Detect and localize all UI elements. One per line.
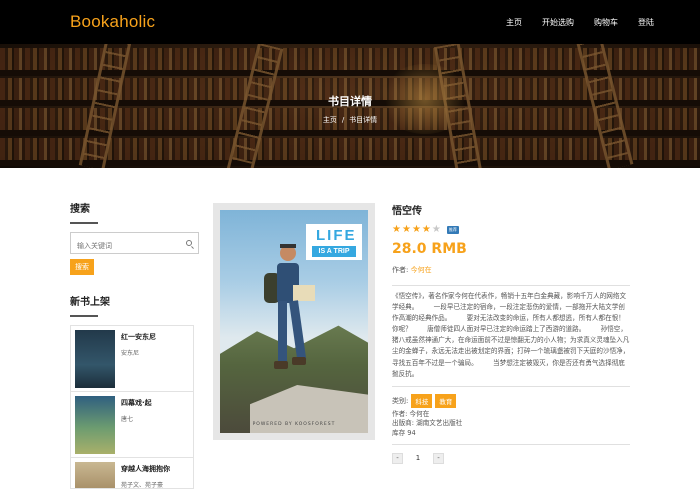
nav-shop[interactable]: 开始选购	[542, 17, 574, 28]
cover-title-box: LIFE IS A TRIP	[306, 224, 362, 260]
qty-decrease-button[interactable]: -	[392, 453, 403, 465]
list-item[interactable]: 红一安东尼 安东尼	[71, 326, 193, 392]
meta-publisher: 出版商: 湖南文艺出版社	[392, 419, 463, 428]
book-cover-frame: LIFE IS A TRIP POWERED BY KOOSFOREST	[213, 203, 375, 440]
breadcrumb-separator: /	[341, 116, 345, 124]
author-label: 作者:	[392, 266, 409, 274]
nav-login[interactable]: 登陆	[638, 17, 654, 28]
top-navbar: Bookaholic 主页 开始选购 购物车 登陆	[0, 0, 700, 44]
meta-author: 作者: 今何在	[392, 409, 430, 418]
meta-stock: 库存 94	[392, 428, 416, 437]
nav-home[interactable]: 主页	[506, 17, 522, 28]
book-title[interactable]: 四幕戏·起	[121, 398, 152, 408]
list-item[interactable]: 四幕戏·起 唐七	[71, 392, 193, 458]
nav-cart[interactable]: 购物车	[594, 17, 618, 28]
book-author: 安东尼	[121, 350, 140, 357]
search-input[interactable]	[71, 236, 181, 256]
book-title[interactable]: 穿越人海拥抱你	[121, 464, 170, 474]
heading-underline	[70, 315, 98, 317]
author-line: 作者: 今何在	[392, 265, 630, 275]
search-box	[70, 232, 199, 256]
category-tag[interactable]: 教育	[435, 393, 457, 408]
book-title: 悟空传	[392, 206, 422, 217]
sidebar: 搜索 搜索 新书上架 红一安东尼 安东尼 四幕戏·起 唐七 穿越人海拥抱你 苑子…	[70, 200, 200, 489]
star-empty-icon: ★	[431, 224, 441, 235]
hiker-figure	[264, 244, 315, 369]
breadcrumb: 主页 / 书目详情	[0, 115, 700, 125]
author-link[interactable]: 今何在	[411, 266, 432, 274]
breadcrumb-current: 书目详情	[349, 116, 378, 124]
book-description: 《悟空传》，著名作家今何在代表作，畅销十五年白金典藏，影响千万人的网络文学经典。…	[392, 292, 630, 378]
page-title: 书目详情	[328, 95, 372, 108]
category-tag[interactable]: 科技	[411, 393, 433, 408]
recommend-badge: 推荐	[446, 226, 459, 234]
search-button[interactable]: 搜索	[70, 259, 94, 275]
book-cover-image: LIFE IS A TRIP POWERED BY KOOSFOREST	[220, 210, 368, 433]
divider	[392, 385, 630, 387]
star-icon: ★	[411, 224, 421, 235]
new-books-heading: 新书上架	[70, 297, 110, 308]
star-icon: ★	[401, 224, 411, 235]
qty-increase-button[interactable]: -	[433, 453, 444, 465]
quantity-stepper: - 1 -	[392, 453, 630, 465]
search-icon[interactable]	[186, 240, 192, 246]
star-icon: ★	[421, 224, 431, 235]
book-cover-thumb[interactable]	[75, 396, 115, 454]
brand-logo[interactable]: Bookaholic	[70, 12, 155, 32]
breadcrumb-home[interactable]: 主页	[323, 116, 337, 124]
divider	[392, 444, 630, 446]
category-label: 类别:	[392, 396, 409, 405]
new-books-list: 红一安东尼 安东尼 四幕戏·起 唐七 穿越人海拥抱你 苑子文、苑子豪	[70, 325, 194, 489]
book-cover-thumb[interactable]	[75, 462, 115, 488]
qty-input[interactable]: 1	[403, 453, 433, 464]
cover-credit: POWERED BY KOOSFOREST	[252, 422, 336, 427]
cover-subtitle: IS A TRIP	[312, 246, 356, 257]
divider	[392, 285, 630, 286]
book-detail: 悟空传 ★ ★ ★ ★ ★ 推荐 28.0 RMB 作者: 今何在 《悟空传》，…	[392, 202, 630, 465]
star-icon: ★	[392, 224, 401, 235]
book-meta: 作者: 今何在 出版商: 湖南文艺出版社 库存 94	[392, 410, 630, 439]
category-row: 类别: 科技 教育	[392, 393, 630, 408]
cover-title: LIFE	[316, 227, 357, 244]
star-rating: ★ ★ ★ ★ ★ 推荐	[392, 225, 630, 235]
book-author: 苑子文、苑子豪	[121, 482, 164, 489]
list-item[interactable]: 穿越人海拥抱你 苑子文、苑子豪	[71, 458, 193, 489]
hero-banner: 书目详情 主页 / 书目详情	[0, 44, 700, 168]
book-cover-thumb[interactable]	[75, 330, 115, 388]
book-title[interactable]: 红一安东尼	[121, 332, 156, 342]
search-heading: 搜索	[70, 204, 90, 215]
book-price: 28.0 RMB	[392, 241, 467, 257]
book-author: 唐七	[121, 416, 134, 423]
main-nav: 主页 开始选购 购物车 登陆	[486, 17, 654, 28]
heading-underline	[70, 222, 98, 224]
